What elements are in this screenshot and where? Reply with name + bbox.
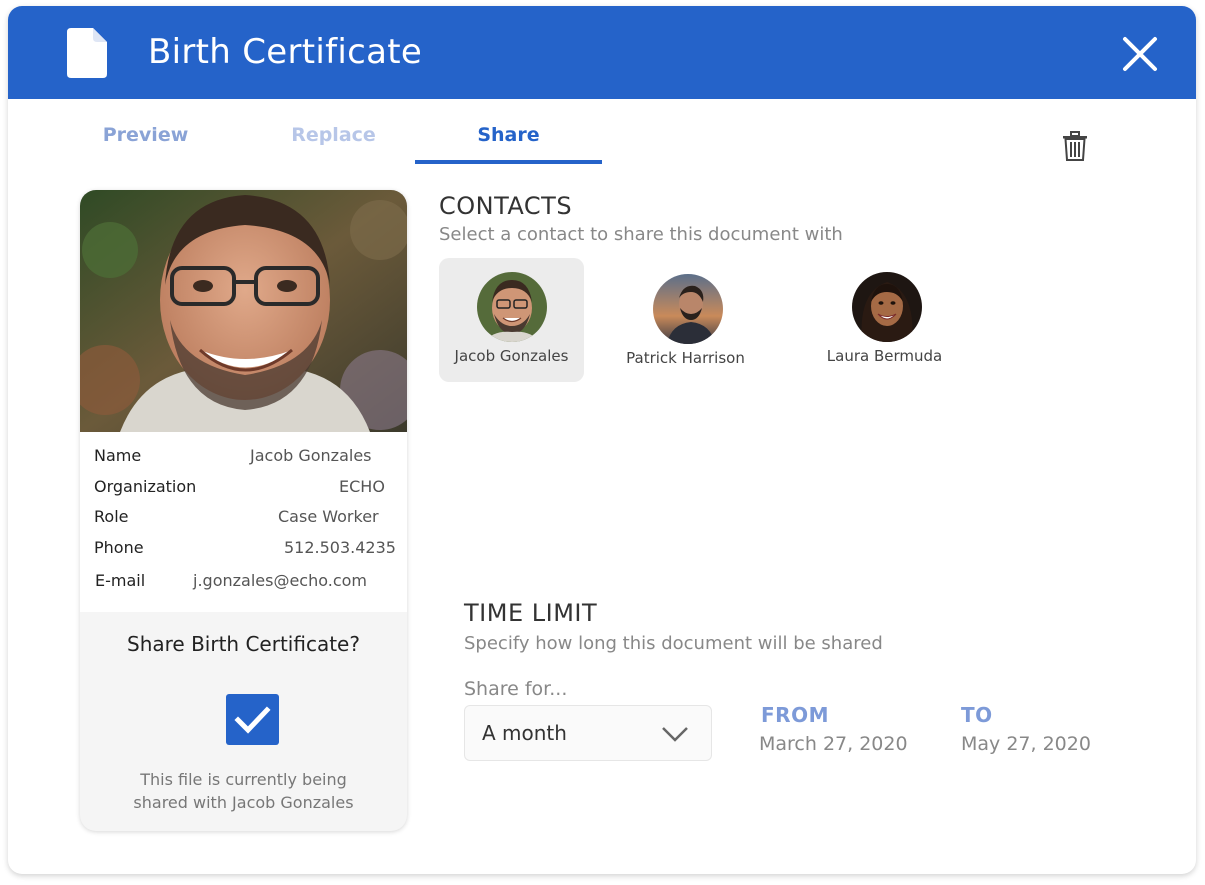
name-label: Name bbox=[94, 446, 142, 465]
tab-preview[interactable]: Preview bbox=[88, 124, 203, 164]
phone-label: Phone bbox=[94, 538, 144, 557]
profile-row-phone: Phone 512.503.4235 bbox=[80, 538, 407, 560]
profile-row-organization: Organization ECHO bbox=[80, 477, 407, 499]
profile-details: Name Jacob Gonzales Organization ECHO Ro… bbox=[80, 432, 407, 612]
profile-row-name: Name Jacob Gonzales bbox=[80, 446, 407, 468]
share-checkbox[interactable] bbox=[226, 694, 279, 745]
organization-label: Organization bbox=[94, 477, 197, 496]
tab-share[interactable]: Share bbox=[415, 124, 602, 164]
chevron-down-icon bbox=[662, 727, 688, 742]
close-icon[interactable] bbox=[1122, 36, 1158, 72]
modal-header: Birth Certificate bbox=[8, 6, 1196, 99]
phone-value: 512.503.4235 bbox=[284, 538, 396, 557]
contact-name: Patrick Harrison bbox=[626, 349, 745, 367]
avatar bbox=[852, 272, 922, 342]
modal-title: Birth Certificate bbox=[148, 32, 423, 72]
profile-row-email: E-mail j.gonzales@echo.com bbox=[80, 571, 407, 593]
duration-select[interactable]: A month bbox=[464, 705, 712, 761]
share-document-modal: Birth Certificate Preview Replace Share bbox=[8, 6, 1196, 874]
contact-patrick-harrison[interactable]: Patrick Harrison bbox=[613, 258, 758, 382]
email-label: E-mail bbox=[95, 571, 146, 590]
to-label: TO bbox=[961, 703, 993, 727]
contact-laura-bermuda[interactable]: Laura Bermuda bbox=[812, 258, 957, 382]
role-value: Case Worker bbox=[278, 507, 379, 526]
avatar bbox=[653, 274, 723, 344]
checkmark-icon bbox=[234, 706, 271, 734]
share-note-line1: This file is currently being bbox=[140, 770, 347, 789]
contact-profile-card: Name Jacob Gonzales Organization ECHO Ro… bbox=[80, 190, 407, 831]
organization-value: ECHO bbox=[339, 477, 385, 496]
contact-jacob-gonzales[interactable]: Jacob Gonzales bbox=[439, 258, 584, 382]
contact-name: Laura Bermuda bbox=[826, 347, 943, 365]
contact-name: Jacob Gonzales bbox=[454, 347, 569, 365]
contacts-title: CONTACTS bbox=[439, 192, 573, 220]
profile-photo bbox=[80, 190, 407, 432]
to-date: May 27, 2020 bbox=[961, 733, 1091, 755]
tab-replace[interactable]: Replace bbox=[276, 124, 391, 164]
share-for-label: Share for... bbox=[464, 678, 568, 700]
share-note-line2: shared with Jacob Gonzales bbox=[133, 793, 354, 812]
time-limit-title: TIME LIMIT bbox=[464, 599, 598, 627]
name-value: Jacob Gonzales bbox=[250, 446, 372, 465]
role-label: Role bbox=[94, 507, 129, 526]
time-limit-subtitle: Specify how long this document will be s… bbox=[464, 633, 883, 654]
document-icon bbox=[67, 28, 107, 78]
from-label: FROM bbox=[761, 703, 829, 727]
avatar bbox=[477, 272, 547, 342]
duration-value: A month bbox=[482, 721, 567, 745]
profile-row-role: Role Case Worker bbox=[80, 507, 407, 529]
from-date: March 27, 2020 bbox=[759, 733, 908, 755]
contacts-subtitle: Select a contact to share this document … bbox=[439, 224, 843, 245]
trash-icon[interactable] bbox=[1062, 131, 1088, 161]
email-value: j.gonzales@echo.com bbox=[193, 571, 367, 590]
share-status-note: This file is currently being shared with… bbox=[80, 768, 407, 814]
share-question: Share Birth Certificate? bbox=[127, 632, 360, 656]
